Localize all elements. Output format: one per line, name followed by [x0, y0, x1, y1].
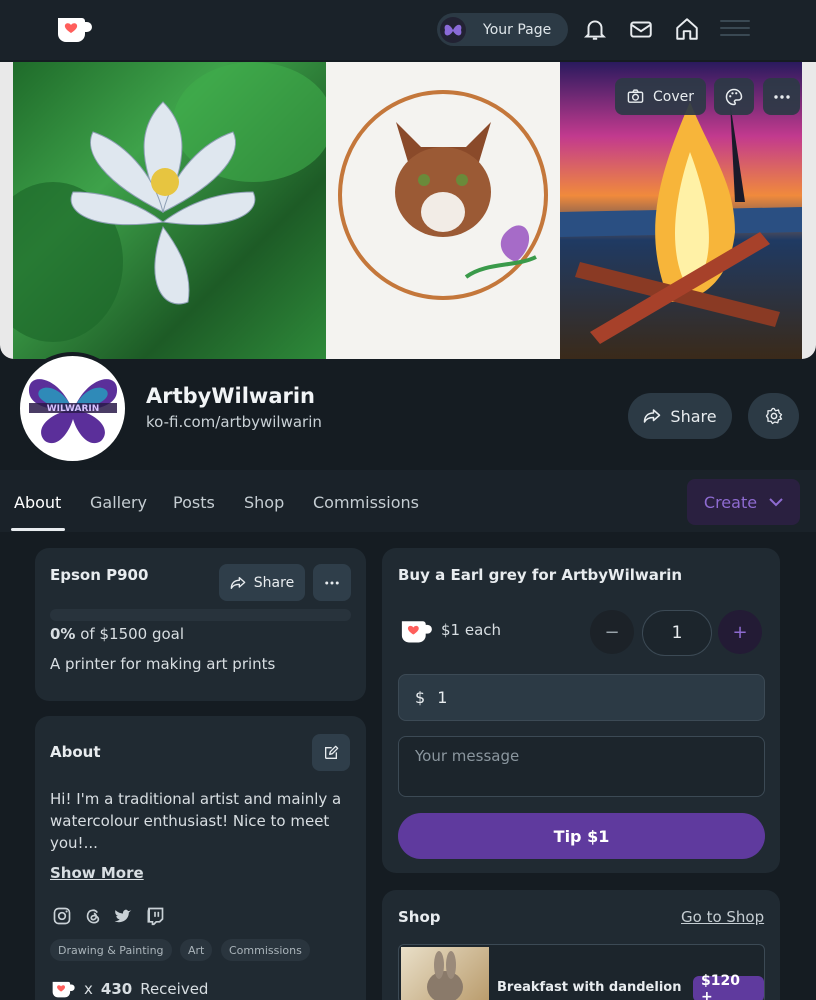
about-text: Hi! I'm a traditional artist and mainly …	[50, 790, 342, 852]
received-number: 430	[100, 980, 133, 998]
tab-commissions[interactable]: Commissions	[313, 493, 419, 512]
tip-button[interactable]: Tip $1	[398, 813, 765, 859]
shop-title: Shop	[398, 908, 441, 926]
product-name: Breakfast with dandelion	[497, 980, 682, 995]
tab-shop[interactable]: Shop	[244, 493, 284, 512]
tab-posts[interactable]: Posts	[173, 493, 215, 512]
tab-gallery[interactable]: Gallery	[90, 493, 147, 512]
profile-avatar[interactable]: WILWARIN	[16, 352, 129, 465]
kofi-cup-icon	[398, 616, 434, 650]
received-label: Received	[140, 980, 209, 998]
goal-share-label: Share	[253, 574, 295, 591]
edit-about-button[interactable]	[312, 734, 350, 771]
top-navbar: Your Page	[0, 0, 816, 60]
tag-drawing-painting[interactable]: Drawing & Painting	[50, 939, 172, 961]
message-input[interactable]: Your message	[398, 736, 765, 797]
received-prefix: x	[84, 980, 93, 998]
your-page-label: Your Page	[483, 21, 552, 38]
instagram-icon[interactable]	[52, 906, 72, 926]
amount-field[interactable]: $ 1	[398, 674, 765, 721]
goal-share-button[interactable]: Share	[219, 564, 305, 601]
kofi-cup-icon	[52, 981, 75, 998]
about-title: About	[50, 743, 101, 761]
create-button[interactable]: Create	[687, 479, 800, 525]
camera-icon	[627, 89, 644, 103]
goal-progress-bar	[50, 609, 351, 621]
currency-symbol: $	[415, 688, 426, 707]
increase-quantity-button[interactable]: +	[718, 610, 762, 654]
settings-button[interactable]	[748, 393, 799, 439]
home-icon[interactable]	[674, 16, 700, 42]
twitter-icon[interactable]	[113, 906, 133, 926]
tag-commissions[interactable]: Commissions	[221, 939, 310, 961]
tab-about[interactable]: About	[14, 493, 61, 512]
menu-icon[interactable]	[720, 20, 750, 38]
goal-card: Epson P900 Share 0% of $1500 goal A prin…	[35, 548, 366, 701]
about-card: About Hi! I'm a traditional artist and m…	[35, 716, 366, 1000]
goal-percent: 0%	[50, 625, 76, 643]
butterfly-avatar-icon	[440, 16, 466, 43]
goal-more-button[interactable]	[313, 564, 351, 601]
product-thumbnail	[401, 947, 489, 1000]
show-more-link[interactable]: Show More	[50, 864, 144, 882]
buy-card: Buy a Earl grey for ArtbyWilwarin $1 eac…	[382, 548, 780, 873]
amount-value: 1	[437, 688, 448, 707]
create-label: Create	[703, 492, 758, 512]
edit-icon	[325, 745, 339, 759]
palette-icon	[725, 88, 743, 105]
decrease-quantity-button[interactable]: −	[590, 610, 634, 654]
profile-share-label: Share	[670, 406, 717, 426]
unit-price: $1 each	[441, 621, 502, 639]
active-tab-indicator	[11, 528, 65, 531]
share-arrow-icon	[644, 409, 661, 423]
profile-name: ArtbyWilwarin	[146, 384, 316, 408]
goal-description: A printer for making art prints	[50, 655, 276, 673]
shop-product-item[interactable]: Breakfast with dandelion $120 +	[398, 944, 765, 1000]
goal-amount-text: of $1500 goal	[80, 625, 185, 643]
profile-share-button[interactable]: Share	[628, 393, 732, 439]
cover-more-button[interactable]	[763, 78, 800, 115]
profile-url[interactable]: ko-fi.com/artbywilwarin	[146, 413, 322, 431]
palette-button[interactable]	[714, 78, 754, 115]
go-to-shop-link[interactable]: Go to Shop	[681, 908, 764, 926]
bell-icon[interactable]	[582, 16, 608, 42]
kofi-logo-icon[interactable]	[55, 12, 93, 46]
quantity-field[interactable]: 1	[642, 610, 712, 656]
goal-progress-text: 0% of $1500 goal	[50, 625, 184, 643]
cover-button-label: Cover	[653, 88, 694, 105]
your-page-button[interactable]: Your Page	[437, 13, 568, 46]
gear-icon	[765, 407, 782, 425]
threads-icon[interactable]	[83, 906, 103, 926]
share-arrow-icon	[230, 576, 246, 589]
more-dots-icon	[773, 94, 790, 99]
received-count: x 430 Received	[50, 978, 208, 1000]
mail-icon[interactable]	[628, 16, 654, 42]
product-price: $120 +	[693, 973, 764, 1000]
lotus-painting	[0, 62, 333, 359]
tag-art[interactable]: Art	[180, 939, 213, 961]
more-dots-icon	[325, 581, 339, 584]
twitch-icon[interactable]	[145, 906, 165, 926]
cat-painting	[326, 62, 560, 359]
chevron-down-icon	[769, 497, 783, 506]
shop-card: Shop Go to Shop Breakfast with dandelion…	[382, 890, 780, 1000]
buy-title: Buy a Earl grey for ArtbyWilwarin	[398, 566, 683, 584]
goal-title: Epson P900	[50, 566, 149, 584]
cover-button[interactable]: Cover	[615, 78, 706, 115]
avatar-text: WILWARIN	[46, 404, 99, 414]
